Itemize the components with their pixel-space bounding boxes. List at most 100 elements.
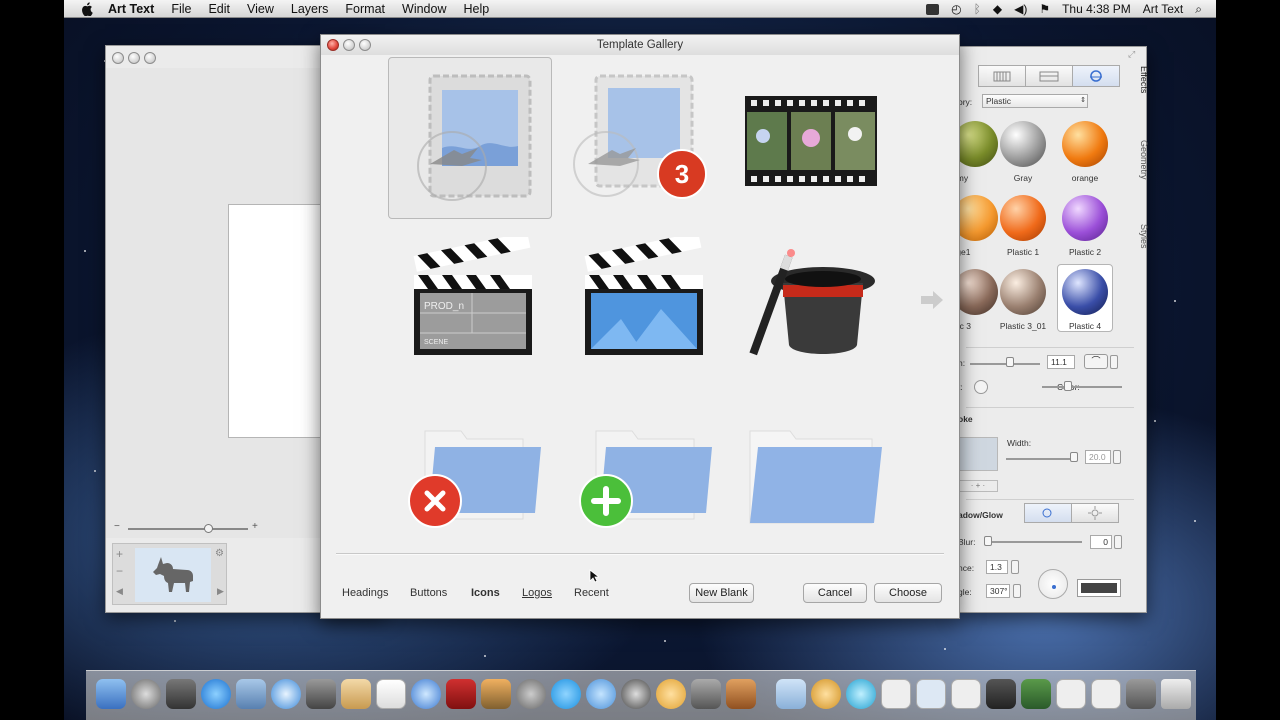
- screen-recording-icon[interactable]: [926, 3, 940, 15]
- material-sphere-plastic-1[interactable]: [1000, 195, 1046, 241]
- app-icon-at[interactable]: [621, 679, 651, 709]
- messages-icon[interactable]: [586, 679, 616, 709]
- depth-slider[interactable]: [970, 363, 1040, 365]
- stroke-add-remove[interactable]: · + ·: [958, 480, 998, 492]
- template-item-folder-add[interactable]: [559, 387, 723, 549]
- menubar-clock[interactable]: Thu 4:38 PM: [1062, 2, 1131, 16]
- bevel-shape-button[interactable]: ⌒: [1084, 354, 1108, 369]
- template-item-clapperboard[interactable]: PROD_n SCENE: [388, 221, 552, 383]
- template-item-folder[interactable]: [729, 387, 893, 549]
- minimize-button[interactable]: [128, 52, 140, 64]
- blur-slider-knob[interactable]: [984, 536, 992, 546]
- choose-button[interactable]: Choose: [874, 583, 942, 603]
- next-page-arrow-icon[interactable]: [921, 291, 943, 309]
- art-text-dock-icon[interactable]: [811, 679, 841, 709]
- document-dock-icon-2[interactable]: [951, 679, 981, 709]
- light-dial[interactable]: [974, 380, 988, 394]
- document-dock-icon-3[interactable]: [1056, 679, 1086, 709]
- preview-icon[interactable]: [236, 679, 266, 709]
- apple-menu-icon[interactable]: [78, 0, 96, 18]
- new-blank-button[interactable]: New Blank: [689, 583, 754, 603]
- template-item-stamp-badge[interactable]: 3: [559, 57, 723, 219]
- material-sphere-gray[interactable]: [1000, 121, 1046, 167]
- photo-booth-icon[interactable]: [446, 679, 476, 709]
- app-dock-icon[interactable]: [1126, 679, 1156, 709]
- iphoto-icon[interactable]: [481, 679, 511, 709]
- material-sphere-plastic-3-01[interactable]: [1000, 269, 1046, 315]
- menu-layers[interactable]: Layers: [291, 2, 329, 16]
- zoom-button[interactable]: [359, 39, 371, 51]
- template-item-stamp[interactable]: [388, 57, 552, 219]
- menubar-user[interactable]: Art Text: [1143, 2, 1183, 16]
- menu-format[interactable]: Format: [345, 2, 385, 16]
- remove-layer-icon[interactable]: −: [116, 564, 123, 578]
- tab-icons[interactable]: Icons: [471, 587, 500, 599]
- inspector-seg-1[interactable]: [978, 65, 1026, 87]
- depth-slider-knob[interactable]: [1006, 357, 1014, 367]
- tab-effects[interactable]: Effects: [1133, 66, 1149, 93]
- calendar-icon[interactable]: [376, 679, 406, 709]
- tab-styles[interactable]: Styles: [1133, 224, 1149, 249]
- document-page[interactable]: [228, 204, 328, 438]
- depth-field[interactable]: 11.1: [1047, 355, 1075, 369]
- app-store-icon[interactable]: [201, 679, 231, 709]
- menu-file[interactable]: File: [171, 2, 191, 16]
- facetime-icon[interactable]: [306, 679, 336, 709]
- scroll-left-icon[interactable]: ◀: [116, 586, 123, 597]
- mission-control-icon[interactable]: [166, 679, 196, 709]
- width-stepper[interactable]: [1113, 450, 1121, 464]
- zoom-slider-knob[interactable]: [204, 524, 213, 533]
- color-slider[interactable]: [1042, 386, 1122, 388]
- color-slider-knob[interactable]: [1064, 381, 1072, 391]
- scroll-right-icon[interactable]: ▶: [217, 586, 224, 597]
- wifi-icon[interactable]: ◆: [993, 2, 1002, 16]
- template-item-film-strip[interactable]: [729, 57, 893, 219]
- menu-help[interactable]: Help: [463, 2, 489, 16]
- stroke-color-well[interactable]: [958, 437, 998, 471]
- template-item-magic-hat[interactable]: [729, 221, 893, 383]
- close-button[interactable]: [112, 52, 124, 64]
- zoom-out-icon[interactable]: −: [114, 521, 120, 532]
- finder-icon[interactable]: [96, 679, 126, 709]
- distance-field[interactable]: 1.3: [986, 560, 1008, 574]
- shadow-color-well[interactable]: [1077, 579, 1121, 597]
- menu-window[interactable]: Window: [402, 2, 446, 16]
- photo-dock-icon[interactable]: [986, 679, 1016, 709]
- category-select[interactable]: Plastic ⇕: [982, 94, 1088, 108]
- tab-headings[interactable]: Headings: [342, 587, 388, 599]
- screen-dock-icon[interactable]: [1021, 679, 1051, 709]
- document-dock-icon-4[interactable]: [1091, 679, 1121, 709]
- time-machine-icon[interactable]: ◴: [951, 2, 961, 16]
- cancel-button[interactable]: Cancel: [803, 583, 867, 603]
- chat-app-icon[interactable]: [846, 679, 876, 709]
- glow-button[interactable]: [1071, 503, 1119, 523]
- angle-dial[interactable]: [1038, 569, 1068, 599]
- zoom-in-icon[interactable]: +: [252, 521, 258, 532]
- spotlight-icon[interactable]: ⌕: [1195, 2, 1202, 17]
- tab-logos[interactable]: Logos: [522, 587, 552, 599]
- distance-stepper[interactable]: [1011, 560, 1019, 574]
- folder-dock-icon[interactable]: [776, 679, 806, 709]
- tab-geometry[interactable]: Geometry: [1133, 140, 1149, 180]
- inspector-seg-3[interactable]: [1072, 65, 1120, 87]
- menu-edit[interactable]: Edit: [208, 2, 230, 16]
- minimize-button[interactable]: [343, 39, 355, 51]
- menu-view[interactable]: View: [247, 2, 274, 16]
- document-dock-icon[interactable]: [881, 679, 911, 709]
- angle-field[interactable]: 307°: [986, 584, 1010, 598]
- width-slider[interactable]: [1006, 458, 1078, 460]
- bevel-stepper[interactable]: [1110, 355, 1118, 369]
- zoom-slider[interactable]: − +: [114, 521, 260, 534]
- add-layer-icon[interactable]: +: [116, 547, 123, 561]
- menu-app-name[interactable]: Art Text: [108, 2, 154, 16]
- tab-buttons[interactable]: Buttons: [410, 587, 447, 599]
- flower-app-icon[interactable]: [656, 679, 686, 709]
- width-slider-knob[interactable]: [1070, 452, 1078, 462]
- angle-stepper[interactable]: [1013, 584, 1021, 598]
- trash-icon[interactable]: [1161, 679, 1191, 709]
- material-sphere-plastic-4[interactable]: [1062, 269, 1108, 315]
- template-item-folder-delete[interactable]: [388, 387, 552, 549]
- width-field[interactable]: 20.0: [1085, 450, 1111, 464]
- skype-icon[interactable]: [551, 679, 581, 709]
- blur-slider[interactable]: [984, 541, 1082, 543]
